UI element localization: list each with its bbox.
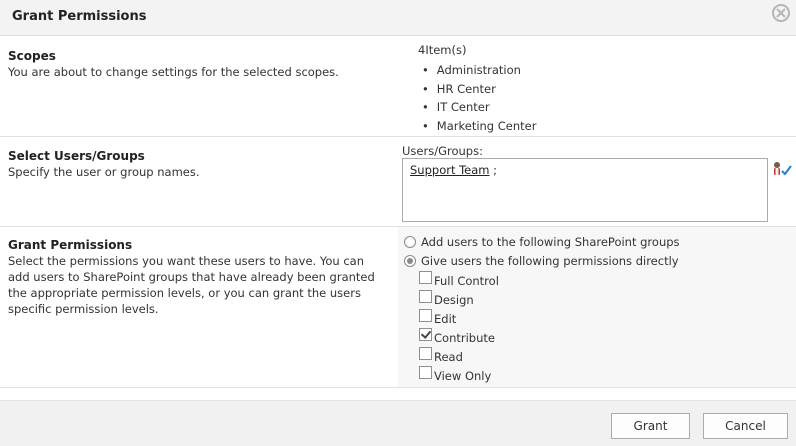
user-separator: ; bbox=[489, 163, 498, 177]
scope-item: Marketing Center bbox=[422, 117, 537, 136]
scopes-description: You are about to change settings for the… bbox=[8, 65, 339, 79]
users-field-label: Users/Groups: bbox=[402, 144, 483, 158]
permission-label: Read bbox=[434, 349, 463, 364]
permission-label: Full Control bbox=[434, 273, 499, 288]
scope-list: Administration HR Center IT Center Marke… bbox=[422, 61, 537, 136]
dialog-footer: Grant Cancel bbox=[0, 400, 796, 446]
resolved-user[interactable]: Support Team bbox=[410, 163, 490, 177]
scopes-values: 4Item(s) Administration HR Center IT Cen… bbox=[398, 37, 796, 136]
check-names-icon[interactable] bbox=[772, 161, 792, 177]
users-description: Specify the user or group names. bbox=[8, 165, 200, 179]
scopes-title: Scopes bbox=[8, 49, 56, 63]
users-groups-input[interactable]: Support Team ; bbox=[402, 158, 768, 222]
permission-label: Design bbox=[434, 292, 474, 307]
grant-options: Add users to the following SharePoint gr… bbox=[398, 227, 796, 387]
checkbox[interactable] bbox=[419, 328, 432, 341]
checkbox[interactable] bbox=[419, 347, 432, 360]
permission-label: Edit bbox=[434, 311, 457, 326]
scope-count: 4Item(s) bbox=[418, 43, 467, 57]
users-section: Select Users/Groups Specify the user or … bbox=[0, 137, 796, 227]
dialog-title: Grant Permissions bbox=[12, 9, 147, 24]
grant-button[interactable]: Grant bbox=[611, 413, 690, 439]
permission-design[interactable]: Design bbox=[419, 290, 474, 309]
radio-grant-directly[interactable]: Give users the following permissions dir… bbox=[404, 252, 679, 270]
permission-full-control[interactable]: Full Control bbox=[419, 271, 499, 290]
permission-read[interactable]: Read bbox=[419, 347, 463, 366]
permission-label: Contribute bbox=[434, 330, 495, 345]
cancel-button[interactable]: Cancel bbox=[703, 413, 788, 439]
radio-add-to-groups[interactable]: Add users to the following SharePoint gr… bbox=[404, 233, 680, 251]
grant-title: Grant Permissions bbox=[8, 238, 133, 252]
grant-section: Grant Permissions Select the permissions… bbox=[0, 227, 796, 388]
close-icon[interactable] bbox=[772, 4, 790, 22]
users-title: Select Users/Groups bbox=[8, 149, 145, 163]
users-info: Select Users/Groups Specify the user or … bbox=[0, 137, 398, 226]
checkbox[interactable] bbox=[419, 366, 432, 379]
scope-item: Administration bbox=[422, 61, 536, 80]
radio-button[interactable] bbox=[404, 236, 416, 248]
checkbox[interactable] bbox=[419, 271, 432, 284]
permission-edit[interactable]: Edit bbox=[419, 309, 456, 328]
radio-button[interactable] bbox=[404, 255, 416, 267]
checkbox[interactable] bbox=[419, 290, 432, 303]
permission-contribute[interactable]: Contribute bbox=[419, 328, 495, 347]
checkbox[interactable] bbox=[419, 309, 432, 322]
users-values: Users/Groups: Support Team ; bbox=[398, 137, 796, 226]
radio-label: Give users the following permissions dir… bbox=[421, 254, 679, 268]
grant-description: Select the permissions you want these us… bbox=[8, 254, 375, 316]
radio-label: Add users to the following SharePoint gr… bbox=[421, 235, 680, 249]
scope-item: IT Center bbox=[422, 98, 536, 117]
permission-view-only[interactable]: View Only bbox=[419, 366, 491, 385]
dialog-titlebar: Grant Permissions bbox=[0, 0, 796, 36]
scopes-info: Scopes You are about to change settings … bbox=[0, 37, 398, 136]
scopes-section: Scopes You are about to change settings … bbox=[0, 37, 796, 137]
grant-info: Grant Permissions Select the permissions… bbox=[0, 227, 398, 387]
permission-label: View Only bbox=[434, 368, 492, 383]
scope-item: HR Center bbox=[422, 80, 536, 99]
